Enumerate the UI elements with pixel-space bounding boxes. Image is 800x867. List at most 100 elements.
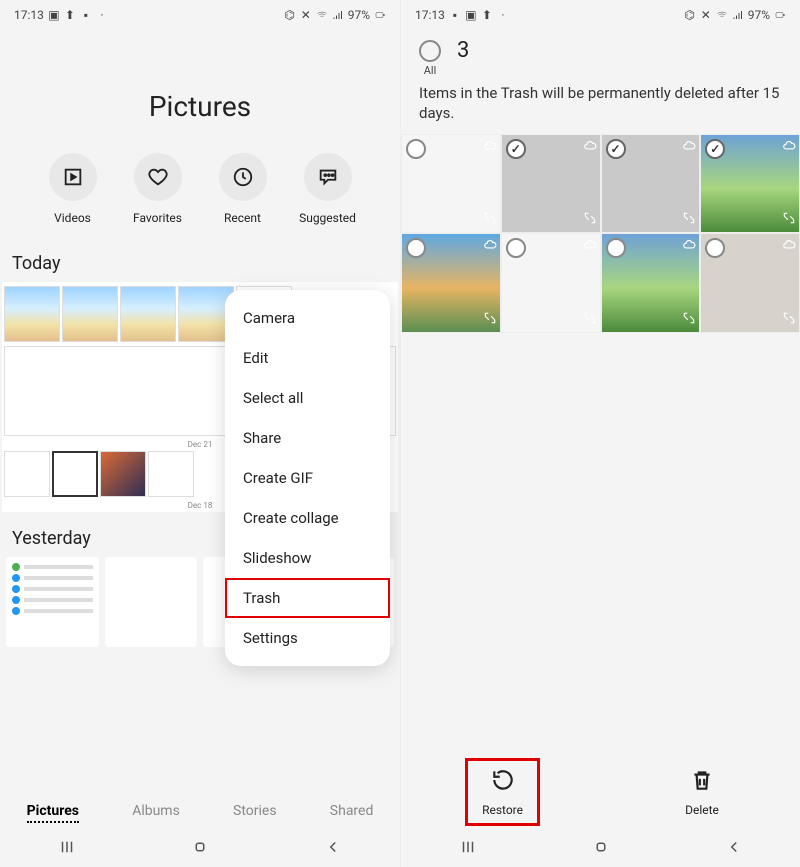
circle-icon: [705, 238, 725, 258]
menu-trash[interactable]: Trash: [225, 578, 390, 618]
home-button[interactable]: [592, 838, 610, 860]
photo-thumb[interactable]: [6, 557, 99, 647]
trash-thumb[interactable]: [501, 233, 601, 333]
quick-actions-row: Videos Favorites Recent Suggested: [0, 153, 400, 245]
trash-header: All 3: [401, 30, 800, 83]
expand-icon: [483, 310, 497, 329]
status-time: 17:13: [415, 8, 445, 22]
wifi-icon: [716, 9, 728, 21]
photo-thumb[interactable]: [62, 286, 118, 342]
battery-icon: [774, 9, 786, 21]
restore-button[interactable]: Restore: [468, 761, 537, 823]
photo-thumb[interactable]: [105, 557, 198, 647]
overflow-menu: Camera Edit Select all Share Create GIF …: [225, 290, 390, 666]
menu-slideshow[interactable]: Slideshow: [225, 538, 390, 578]
battery-icon: [374, 9, 386, 21]
menu-camera[interactable]: Camera: [225, 298, 390, 338]
menu-edit[interactable]: Edit: [225, 338, 390, 378]
phone-left-pictures: 17:13 ▣ ⬆ ▪ · ⌬ ✕ 97% Pictures: [0, 0, 400, 867]
photo-thumb[interactable]: [120, 286, 176, 342]
trash-thumb[interactable]: [700, 134, 800, 234]
cloud-icon: [583, 237, 597, 256]
trash-action-bar: Restore Delete: [401, 761, 800, 823]
back-button[interactable]: [324, 838, 342, 860]
quick-videos[interactable]: Videos: [38, 153, 108, 225]
mute-icon: ✕: [700, 9, 712, 21]
trash-thumb[interactable]: [401, 233, 501, 333]
mute-icon: ✕: [300, 9, 312, 21]
delete-button[interactable]: Delete: [671, 761, 733, 823]
status-right: ⌬ ✕ 97%: [284, 8, 386, 22]
tab-stories[interactable]: Stories: [233, 803, 277, 823]
expand-icon: [682, 210, 696, 229]
quick-favorites[interactable]: Favorites: [123, 153, 193, 225]
status-bar: 17:13 ▣ ⬆ ▪ · ⌬ ✕ 97%: [0, 0, 400, 30]
circle-icon: [406, 139, 426, 159]
expand-icon: [782, 210, 796, 229]
quick-suggested-label: Suggested: [299, 211, 356, 225]
menu-select-all[interactable]: Select all: [225, 378, 390, 418]
photo-thumb[interactable]: [148, 451, 194, 497]
back-button[interactable]: [725, 838, 743, 860]
signal-icon: [732, 9, 744, 21]
signal-icon: [332, 9, 344, 21]
photo-thumb[interactable]: [100, 451, 146, 497]
cloud-icon: [682, 138, 696, 157]
dot-icon: ·: [497, 9, 509, 21]
cloud-icon: [782, 138, 796, 157]
quick-favorites-label: Favorites: [133, 211, 182, 225]
photo-thumb[interactable]: [52, 451, 98, 497]
checkmark-icon: [705, 139, 725, 159]
menu-settings[interactable]: Settings: [225, 618, 390, 658]
tab-albums[interactable]: Albums: [132, 803, 180, 823]
battery-pct: 97%: [348, 8, 370, 22]
select-all-toggle[interactable]: All: [419, 40, 441, 77]
chat-icon: [304, 153, 352, 201]
tab-pictures[interactable]: Pictures: [27, 803, 79, 823]
recents-button[interactable]: [459, 838, 477, 860]
delete-label: Delete: [685, 803, 719, 817]
trash-thumb[interactable]: [401, 134, 501, 234]
expand-icon: [782, 310, 796, 329]
photo-thumb[interactable]: [4, 451, 50, 497]
trash-thumb[interactable]: [601, 134, 701, 234]
quick-recent[interactable]: Recent: [208, 153, 278, 225]
circle-icon: [606, 238, 626, 258]
expand-icon: [583, 310, 597, 329]
trash-icon: [689, 767, 715, 797]
trash-thumb[interactable]: [501, 134, 601, 234]
trash-thumb[interactable]: [700, 233, 800, 333]
circle-icon: [406, 238, 426, 258]
cloud-icon: [682, 237, 696, 256]
recents-button[interactable]: [58, 838, 76, 860]
vpn-icon: ⌬: [284, 9, 296, 21]
quick-suggested[interactable]: Suggested: [293, 153, 363, 225]
tab-shared[interactable]: Shared: [330, 803, 374, 823]
page-title: Pictures: [149, 90, 251, 123]
expand-icon: [483, 210, 497, 229]
trash-thumb[interactable]: [601, 233, 701, 333]
image-icon: ▪: [449, 9, 461, 21]
bottom-tabs: Pictures Albums Stories Shared: [0, 795, 400, 831]
cloud-icon: [782, 237, 796, 256]
status-left: 17:13 ▣ ⬆ ▪ ·: [14, 8, 108, 22]
trash-grid: [401, 134, 800, 334]
checkmark-icon: [506, 139, 526, 159]
menu-create-collage[interactable]: Create collage: [225, 498, 390, 538]
dot-icon: ·: [96, 9, 108, 21]
menu-create-gif[interactable]: Create GIF: [225, 458, 390, 498]
battery-pct: 97%: [748, 8, 770, 22]
wifi-icon: [316, 9, 328, 21]
quick-videos-label: Videos: [54, 211, 91, 225]
cloud-icon: [483, 237, 497, 256]
bag-icon: ▣: [465, 9, 477, 21]
selection-count: 3: [457, 38, 469, 63]
menu-share[interactable]: Share: [225, 418, 390, 458]
photo-thumb[interactable]: [4, 286, 60, 342]
trash-message: Items in the Trash will be permanently d…: [401, 83, 800, 134]
expand-icon: [583, 210, 597, 229]
phone-right-trash: 17:13 ▪ ▣ ⬆ · ⌬ ✕ 97% All 3 Items in the…: [400, 0, 800, 867]
image-icon: ▪: [80, 9, 92, 21]
home-button[interactable]: [191, 838, 209, 860]
circle-icon: [419, 40, 441, 62]
